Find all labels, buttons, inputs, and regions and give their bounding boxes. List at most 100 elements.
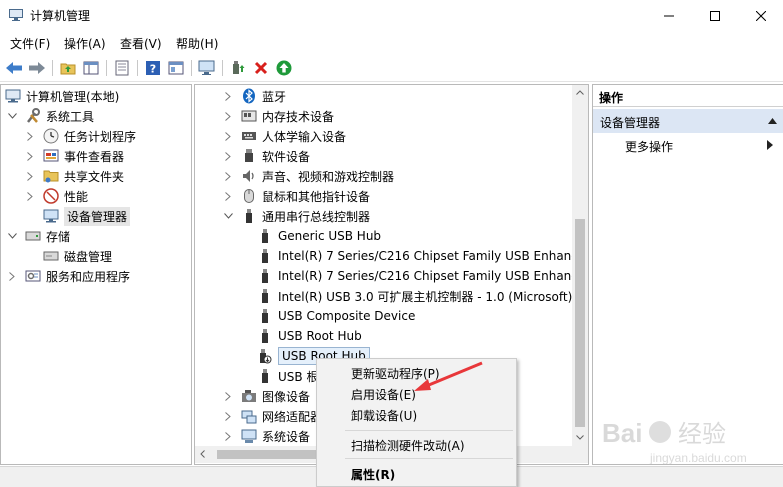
help-button[interactable]: ? [143,58,163,78]
tree-node-services-apps[interactable]: 服务和应用程序 [7,266,130,286]
tree-node-task-scheduler[interactable]: 任务计划程序 [25,126,136,146]
usb-device-item[interactable]: Intel(R) USB 3.0 可扩展主机控制器 - 1.0 (Microso… [257,286,572,306]
menu-view[interactable]: 查看(V) [120,35,162,52]
menu-item-uninstall-device[interactable]: 卸载设备(U) [351,407,417,424]
device-category-hid[interactable]: 人体学输入设备 [223,126,346,146]
properties-toolbar-button[interactable] [112,58,132,78]
chevron-down-icon[interactable] [223,211,233,221]
menu-file[interactable]: 文件(F) [10,35,50,52]
chevron-right-icon[interactable] [25,171,35,181]
menu-help[interactable]: 帮助(H) [176,35,218,52]
actions-group-device-manager[interactable]: 设备管理器 [593,109,783,133]
chevron-right-icon[interactable] [223,411,233,421]
device-category-system-devices[interactable]: 系统设备 [223,426,310,446]
toolbar-separator [52,60,53,76]
usb-device-item[interactable]: Generic USB Hub [257,226,381,246]
device-manager-icon [43,208,59,224]
chevron-right-icon[interactable] [223,391,233,401]
chevron-down-icon[interactable] [7,231,17,241]
device-category-network-adapters[interactable]: 网络适配器 [223,406,322,426]
tree-node-device-manager[interactable]: 设备管理器 [43,206,131,226]
tree-label: 磁盘管理 [64,249,113,264]
title-bar: 计算机管理 [0,0,783,31]
scroll-left-icon[interactable] [200,450,205,458]
maximize-button[interactable] [692,0,738,31]
tree-node-storage[interactable]: 存储 [7,226,70,246]
device-category-imaging[interactable]: 图像设备 [223,386,310,406]
usb-device-item[interactable]: USB 根 [257,366,318,386]
menu-item-properties[interactable]: 属性(R) [351,466,395,483]
monitor-scan-icon [198,60,215,75]
usb-device-item[interactable]: USB Root Hub [257,326,362,346]
chevron-right-icon[interactable] [223,431,233,441]
menu-action[interactable]: 操作(A) [64,35,106,52]
scan-hardware-toolbar-button[interactable] [197,58,217,78]
chevron-right-icon[interactable] [223,131,233,141]
actions-pane: 操作 设备管理器 更多操作 [592,84,783,465]
device-category-sound[interactable]: 声音、视频和游戏控制器 [223,166,394,186]
tree-node-system-tools[interactable]: 系统工具 [7,106,94,126]
tree-node-root[interactable]: 计算机管理(本地) [5,86,119,106]
mouse-icon [241,188,257,204]
tree-label: 任务计划程序 [64,129,137,144]
more-actions-link[interactable]: 更多操作 [625,138,673,155]
chevron-right-icon[interactable] [7,271,17,281]
bluetooth-icon [241,88,257,104]
device-label: Intel(R) 7 Series/C216 Chipset Family US… [278,249,586,263]
menu-bar: 文件(F) 操作(A) 查看(V) 帮助(H) [0,31,783,53]
show-hide-tree-button[interactable] [81,58,101,78]
vertical-scrollbar[interactable] [572,85,588,446]
back-button[interactable] [4,58,24,78]
minimize-button[interactable] [646,0,692,31]
tree-node-disk-management[interactable]: 磁盘管理 [43,246,112,266]
submenu-arrow-icon[interactable] [767,140,773,150]
shared-folder-icon [43,168,59,184]
menu-item-scan-hardware[interactable]: 扫描检测硬件改动(A) [351,437,465,454]
device-category-mice[interactable]: 鼠标和其他指针设备 [223,186,370,206]
chevron-right-icon[interactable] [223,151,233,161]
device-category-bluetooth[interactable]: 蓝牙 [223,86,286,106]
tree-label-selected: 设备管理器 [64,206,131,226]
menu-item-enable-device[interactable]: 启用设备(E) [351,386,416,403]
actions-group-label: 设备管理器 [600,116,661,130]
usb-plug-icon [257,248,273,264]
toolbar-separator [191,60,192,76]
chevron-right-icon[interactable] [25,131,35,141]
device-label: USB 根 [278,369,319,384]
toolbar-separator [137,60,138,76]
tree-node-shared-folders[interactable]: 共享文件夹 [25,166,124,186]
export-list-button[interactable] [166,58,186,78]
chevron-right-icon[interactable] [223,91,233,101]
device-category-software-devices[interactable]: 软件设备 [223,146,310,166]
forward-button[interactable] [27,58,47,78]
scroll-up-icon[interactable] [576,90,584,95]
scrollbar-thumb[interactable] [575,219,585,427]
chevron-down-icon[interactable] [7,111,17,121]
usb-device-item[interactable]: Intel(R) 7 Series/C216 Chipset Family US… [257,266,585,286]
computer-management-icon [9,9,23,21]
device-category-usb-controllers[interactable]: 通用串行总线控制器 [223,206,370,226]
tree-node-performance[interactable]: 性能 [25,186,88,206]
tree-label: 共享文件夹 [64,169,125,184]
chevron-right-icon[interactable] [25,151,35,161]
window-title: 计算机管理 [30,9,91,23]
chevron-right-icon[interactable] [25,191,35,201]
back-arrow-icon [6,62,22,74]
tree-node-event-viewer[interactable]: 事件查看器 [25,146,124,166]
toolbar-separator [106,60,107,76]
chevron-right-icon[interactable] [223,171,233,181]
update-driver-toolbar-button[interactable] [228,58,248,78]
chevron-right-icon[interactable] [223,111,233,121]
usb-device-item[interactable]: USB Composite Device [257,306,415,326]
collapse-up-icon[interactable] [768,118,777,124]
scroll-down-icon[interactable] [576,435,584,440]
keyboard-icon [241,128,257,144]
up-level-button[interactable] [58,58,78,78]
uninstall-toolbar-button[interactable] [251,58,271,78]
chevron-right-icon[interactable] [223,191,233,201]
enable-device-toolbar-button[interactable] [274,58,294,78]
device-category-memory-tech[interactable]: 内存技术设备 [223,106,334,126]
usb-device-item[interactable]: Intel(R) 7 Series/C216 Chipset Family US… [257,246,585,266]
usb-plug-icon [257,268,273,284]
close-button[interactable] [738,0,783,31]
